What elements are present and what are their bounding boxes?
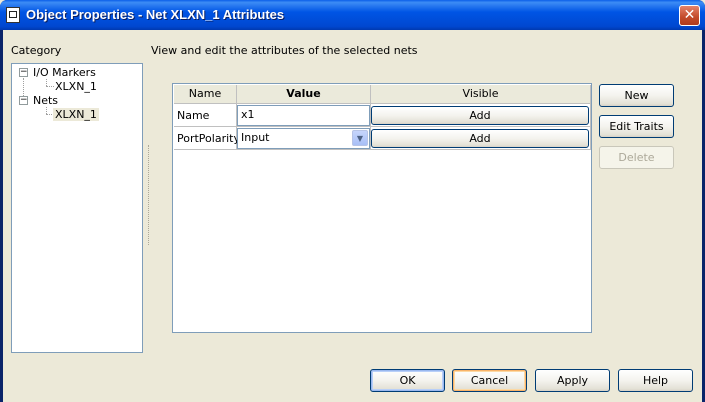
port-polarity-select[interactable]: Input ▼: [237, 128, 370, 149]
tree-item-io-markers[interactable]: I/O Markers: [33, 66, 96, 79]
tree-connector: [46, 79, 47, 86]
window-title: Object Properties - Net XLXN_1 Attribute…: [26, 7, 285, 22]
name-visible-add-button[interactable]: Add: [371, 106, 589, 125]
close-button[interactable]: ✕: [679, 5, 700, 26]
table-row-portpolarity-visible: Add: [371, 127, 591, 150]
tree-collapse-icon[interactable]: −: [19, 96, 28, 105]
ok-button[interactable]: OK: [370, 369, 445, 392]
description-text: View and edit the attributes of the sele…: [151, 44, 418, 57]
attribute-name: PortPolarity: [177, 132, 240, 145]
attribute-name: Name: [177, 109, 210, 122]
new-button[interactable]: New: [599, 84, 674, 107]
apply-button[interactable]: Apply: [535, 369, 610, 392]
title-bar[interactable]: Object Properties - Net XLXN_1 Attribute…: [0, 0, 705, 30]
portpolarity-visible-add-button[interactable]: Add: [371, 129, 589, 148]
cancel-button[interactable]: Cancel: [452, 369, 527, 392]
table-row-name-value: x1: [237, 104, 371, 127]
table-row-name-label: Name: [174, 104, 237, 127]
tree-item-io-marker-xlxn1[interactable]: XLXN_1: [55, 80, 97, 93]
delete-button[interactable]: Delete: [599, 146, 674, 169]
category-label: Category: [11, 44, 62, 57]
document-icon: [6, 7, 20, 23]
tree-connector: [46, 86, 54, 87]
dialog-body: Category − I/O Markers XLXN_1 − Nets XLX…: [3, 30, 702, 402]
tree-item-net-xlxn1[interactable]: XLXN_1: [53, 108, 99, 121]
column-header-name[interactable]: Name: [174, 85, 237, 104]
name-value-input[interactable]: x1: [237, 105, 370, 126]
dialog-window: Object Properties - Net XLXN_1 Attribute…: [0, 0, 705, 402]
chevron-down-icon[interactable]: ▼: [352, 130, 368, 146]
table-row-portpolarity-value: Input ▼: [237, 127, 371, 150]
attributes-grid: Name Value Visible Name x1 Add PortPolar…: [172, 83, 592, 333]
column-header-value[interactable]: Value: [237, 85, 371, 104]
edit-traits-button[interactable]: Edit Traits: [599, 115, 674, 138]
panel-splitter[interactable]: [148, 145, 151, 245]
port-polarity-selected-value: Input: [241, 131, 270, 144]
help-button[interactable]: Help: [618, 369, 693, 392]
table-row-portpolarity-label: PortPolarity: [174, 127, 240, 150]
category-tree[interactable]: − I/O Markers XLXN_1 − Nets XLXN_1: [11, 63, 143, 353]
tree-connector: [46, 107, 47, 114]
tree-collapse-icon[interactable]: −: [19, 68, 28, 77]
table-row-name-visible: Add: [371, 104, 591, 127]
close-icon: ✕: [683, 7, 696, 23]
column-header-visible[interactable]: Visible: [371, 85, 591, 104]
tree-item-nets[interactable]: Nets: [33, 94, 58, 107]
